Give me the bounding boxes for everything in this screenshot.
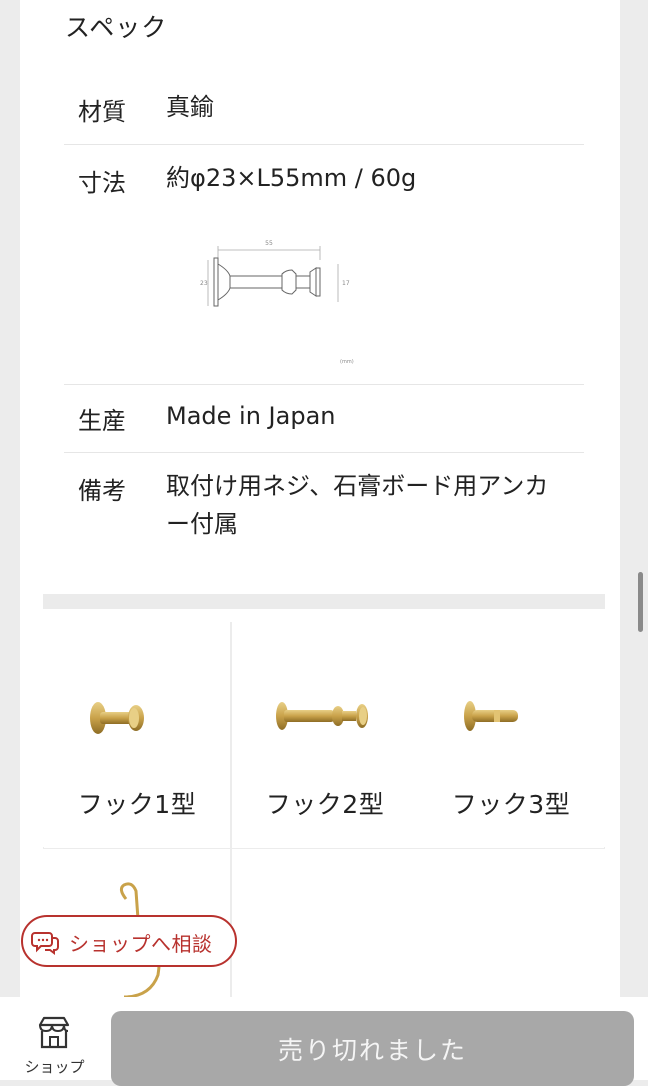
spec-section-title: スペック [65, 13, 168, 42]
spec-value: 約φ23×L55mm / 60g [166, 164, 417, 192]
diagram-right-label: 17 [342, 280, 350, 287]
spec-value: 取付け用ネジ、石膏ボード用アンカー付属 [166, 472, 549, 538]
spec-row-notes: 備考 取付け用ネジ、石膏ボード用アンカー付属 [64, 453, 584, 563]
related-product-empty [418, 849, 604, 999]
related-product-label: フック1型 [77, 790, 197, 819]
brass-hook-type3-icon [464, 701, 518, 731]
spec-key: 材質 [78, 98, 126, 126]
scrollbar-thumb[interactable] [638, 572, 643, 632]
dimension-diagram: 55 23 17 (mm) [170, 230, 360, 370]
spec-row-material: 材質 真鍮 [64, 78, 584, 145]
consult-shop-label: ショップへ相談 [69, 932, 213, 956]
related-product-label: フック2型 [265, 790, 385, 819]
spec-row-origin: 生産 Made in Japan [64, 385, 584, 453]
shop-tab[interactable]: ショップ [12, 1012, 92, 1080]
spec-value: 真鍮 [166, 93, 214, 121]
sold-out-button: 売り切れました [111, 1011, 634, 1086]
related-product-empty [232, 849, 418, 999]
related-product-hook1[interactable]: フック1型 [44, 622, 230, 848]
storefront-icon [38, 1016, 70, 1049]
chat-bubbles-icon [31, 932, 59, 955]
bottom-action-bar: ショップ 売り切れました [0, 997, 648, 1086]
consult-shop-button[interactable]: ショップへ相談 [21, 915, 237, 967]
spec-value: Made in Japan [166, 402, 336, 430]
brass-hook-type1-icon [90, 702, 144, 734]
spec-key: 備考 [78, 477, 126, 505]
shop-tab-label: ショップ [24, 1058, 85, 1076]
related-product-label: フック3型 [451, 790, 571, 819]
related-product-hook3[interactable]: フック3型 [418, 622, 604, 848]
diagram-length-label: 55 [265, 240, 273, 247]
brass-hook-type2-icon [276, 702, 368, 730]
diagram-unit-label: (mm) [340, 359, 354, 365]
spec-key: 寸法 [78, 169, 126, 197]
section-divider [43, 594, 605, 609]
diagram-left-label: 23 [200, 280, 208, 287]
related-product-hook2[interactable]: フック2型 [232, 622, 418, 848]
spec-key: 生産 [78, 407, 126, 435]
sold-out-label: 売り切れました [277, 1036, 467, 1065]
